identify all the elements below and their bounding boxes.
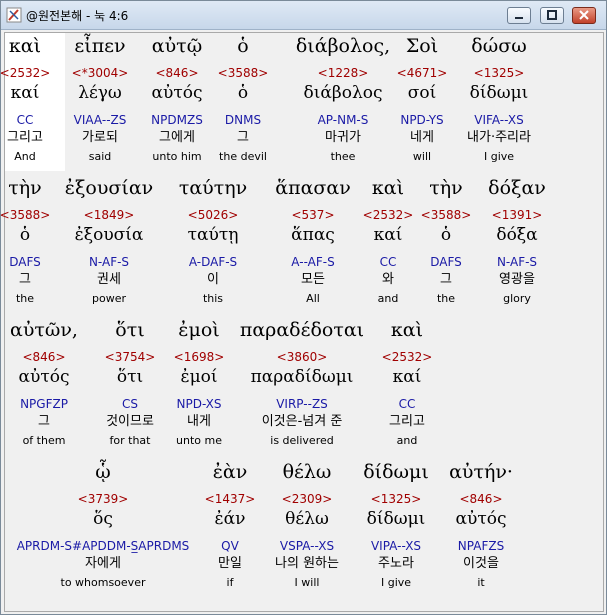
title-bar[interactable]: @원전본해 - 눅 4:6 — [1, 1, 606, 30]
english-gloss: I give — [483, 150, 515, 163]
korean-gloss: 이것을 — [463, 556, 499, 571]
strong-number[interactable]: <1391> — [397, 208, 607, 222]
strong-number[interactable]: <846> — [361, 492, 601, 506]
app-window: @원전본해 - 눅 4:6 καὶ <2532> καί CC 그리고 And εἶπεν <… — [0, 0, 607, 615]
greek-word: αὐτήν· — [449, 461, 513, 483]
lemma: καί — [392, 367, 422, 387]
lemma: δόξα — [496, 225, 538, 245]
maximize-button[interactable] — [540, 7, 564, 24]
minimize-icon — [515, 17, 523, 19]
window-title: @원전본해 - 눅 4:6 — [26, 9, 129, 23]
strong-number[interactable]: <1325> — [379, 66, 607, 80]
minimize-button[interactable] — [507, 7, 531, 24]
greek-word: δόξαν — [488, 177, 546, 199]
strong-number[interactable]: <2532> — [287, 350, 527, 364]
close-button[interactable] — [572, 7, 596, 24]
english-gloss: and — [396, 434, 418, 447]
korean-gloss: 그리고 — [389, 414, 425, 429]
korean-gloss: 내가·주리라 — [467, 130, 531, 145]
morphology-code: NPAFZS — [457, 539, 505, 553]
korean-gloss: 영광을 — [499, 272, 535, 287]
morphology-code: CC — [398, 397, 416, 411]
morphology-code: N-AF-S — [496, 255, 538, 269]
english-gloss: it — [477, 576, 485, 589]
greek-word: δώσω — [471, 35, 527, 57]
greek-word: καὶ — [390, 319, 424, 341]
close-icon — [579, 10, 589, 20]
lemma: δίδωμι — [469, 83, 529, 103]
app-icon — [6, 7, 22, 23]
maximize-icon — [547, 10, 557, 20]
lemma: αὐτός — [455, 509, 507, 529]
morphology-code: VIFA--XS — [474, 113, 524, 127]
english-gloss: glory — [503, 292, 531, 305]
interlinear-panel: καὶ <2532> καί CC 그리고 And εἶπεν <*3004> λέγω VIAA… — [0, 32, 607, 612]
